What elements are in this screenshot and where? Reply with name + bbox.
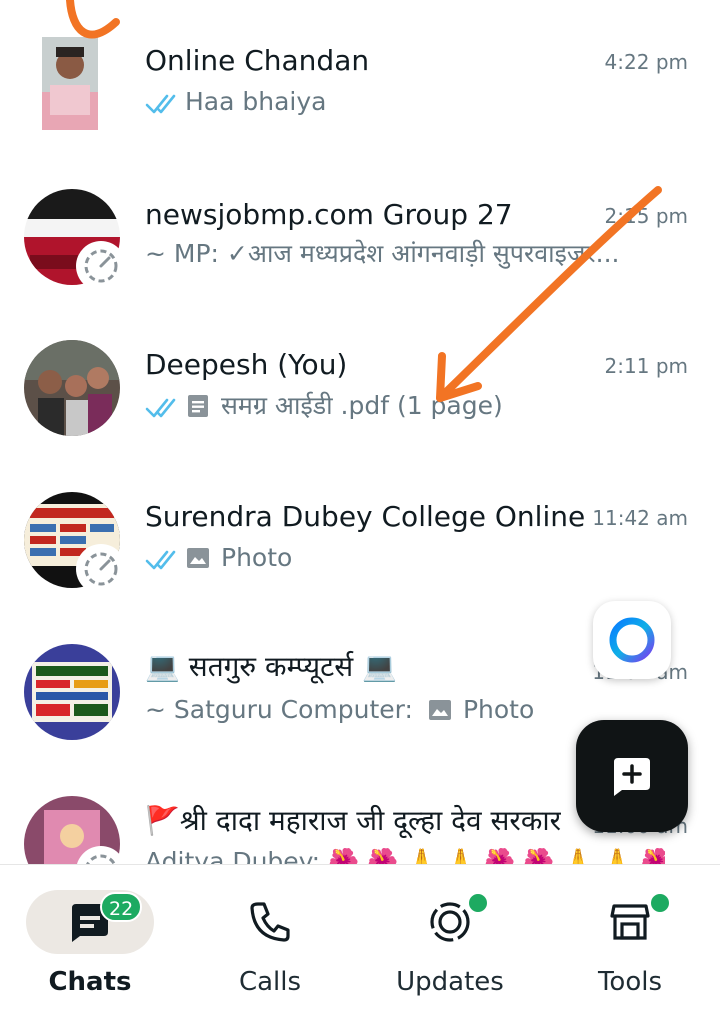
avatar: [24, 340, 120, 436]
preview-text: Photo: [221, 543, 293, 572]
chat-name: 💻 सतगुरु कम्प्यूटर्स 💻: [145, 650, 397, 683]
chat-time: 4:22 pm: [604, 50, 688, 74]
double-check-icon: [145, 91, 181, 114]
chat-name: Online Chandan: [145, 44, 370, 77]
status-ring: [76, 544, 126, 594]
new-chat-button[interactable]: [576, 720, 688, 832]
photo-icon: [427, 697, 453, 723]
chat-time: 2:15 pm: [604, 204, 688, 228]
chat-name: newsjobmp.com Group 27: [145, 198, 513, 231]
preview-text: ~ MP: ✓आज मध्यप्रदेश आंगनवाड़ी सुपरवाइजर…: [145, 239, 620, 268]
nav-chats[interactable]: 22 Chats: [0, 865, 180, 1025]
chat-time: 2:11 pm: [604, 354, 688, 378]
chat-preview: ~ MP: ✓आज मध्यप्रदेश आंगनवाड़ी सुपरवाइजर…: [145, 238, 619, 270]
meta-ai-icon: [609, 617, 655, 663]
chat-time: 11:42 am: [592, 506, 688, 530]
nav-tools[interactable]: Tools: [540, 865, 720, 1025]
chat-preview: Aditya Dubey: 🌺 🌺 🙏 🙏 🌺 🌺 🙏 🙏 🌺 🌺: [145, 846, 665, 864]
chat-preview: ~ Satguru Computer: Photo: [145, 694, 534, 726]
photo-icon: [185, 545, 211, 571]
preview-text: Aditya Dubey: 🌺 🌺 🙏 🙏 🌺 🌺 🙏 🙏 🌺 🌺: [145, 847, 665, 864]
chat-row[interactable]: newsjobmp.com Group 27 2:15 pm ~ MP: ✓आज…: [0, 150, 720, 300]
chat-preview: Haa bhaiya: [145, 86, 326, 118]
preview-sender: ~ Satguru Computer:: [145, 695, 413, 724]
updates-dot: [466, 891, 490, 915]
new-chat-icon: [614, 758, 650, 796]
chat-name: 🚩श्री दादा महाराज जी दूल्हा देव सरकार: [145, 804, 561, 838]
nav-label: Chats: [48, 967, 132, 997]
avatar: [42, 37, 98, 130]
avatar: [24, 644, 120, 740]
preview-text: समग्र आईडी .pdf (1 page): [221, 391, 503, 420]
chat-name: Deepesh (You): [145, 348, 348, 381]
nav-calls[interactable]: Calls: [180, 865, 360, 1025]
nav-updates[interactable]: Updates: [360, 865, 540, 1025]
chat-row[interactable]: Surendra Dubey College Online 11:42 am P…: [0, 450, 720, 600]
chat-name-text: 🚩श्री दादा महाराज जी दूल्हा देव सरकार: [145, 804, 562, 837]
document-icon: [185, 393, 211, 419]
meta-ai-button[interactable]: [593, 601, 671, 679]
chat-name: Surendra Dubey College Online: [145, 500, 586, 533]
chat-preview: Photo: [145, 542, 292, 574]
preview-text: Haa bhaiya: [185, 87, 327, 116]
store-icon: [610, 904, 650, 940]
double-check-icon: [145, 547, 181, 570]
chat-preview: समग्र आईडी .pdf (1 page): [145, 390, 503, 422]
nav-label: Updates: [396, 967, 504, 997]
preview-text: Photo: [462, 695, 535, 724]
double-check-icon: [145, 395, 181, 418]
status-ring: [76, 241, 126, 291]
bottom-nav: 22 Chats Calls Updates Tools: [0, 864, 720, 1025]
chat-row[interactable]: Deepesh (You) 2:11 pm समग्र आईडी .pdf (1…: [0, 300, 720, 450]
unread-badge: 22: [100, 892, 143, 922]
chat-row[interactable]: Online Chandan 4:22 pm Haa bhaiya: [0, 0, 720, 150]
nav-label: Calls: [238, 967, 302, 997]
tools-dot: [648, 891, 672, 915]
nav-label: Tools: [597, 967, 663, 997]
phone-icon: [250, 902, 290, 942]
